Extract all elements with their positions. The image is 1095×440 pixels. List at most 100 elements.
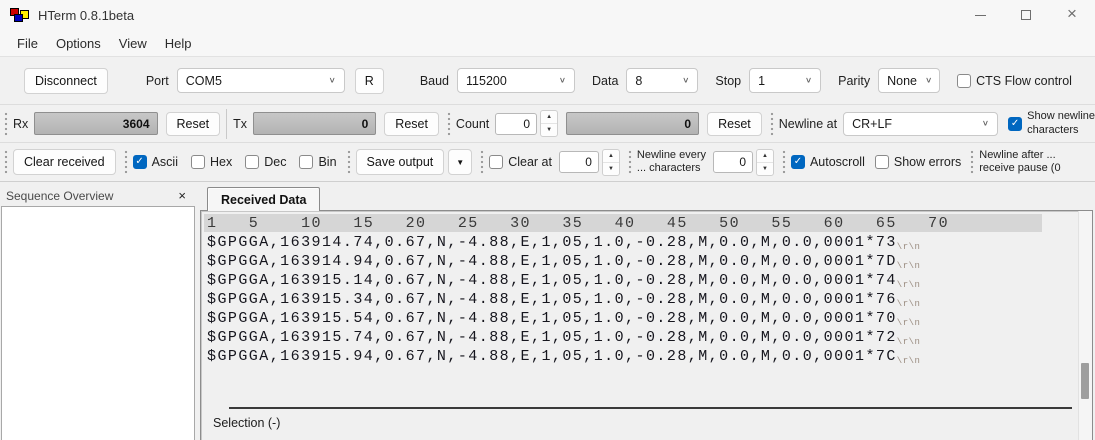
format-dec-label: Dec [264, 155, 286, 169]
close-button[interactable]: × [1049, 0, 1095, 30]
spin-down-icon: ▼ [603, 163, 619, 175]
toolbar-grip[interactable] [770, 112, 774, 136]
selection-label: Selection (-) [201, 409, 1078, 430]
menu-view[interactable]: View [110, 32, 156, 55]
toolbar-grip[interactable] [347, 150, 351, 174]
toolbar-grip[interactable] [4, 150, 8, 174]
baud-select[interactable]: 115200∨ [457, 68, 575, 93]
chevron-down-icon: ∨ [925, 76, 932, 85]
received-data-panel[interactable]: 1 5 10 15 20 25 30 35 40 45 50 55 60 65 … [200, 210, 1093, 440]
format-dec-checkbox[interactable] [245, 155, 259, 169]
toolbar-grip[interactable] [628, 150, 632, 174]
received-line: $GPGGA,163915.14,0.67,N,-4.88,E,1,05,1.0… [207, 272, 1092, 291]
rescan-ports-button[interactable]: R [355, 68, 384, 94]
menu-help[interactable]: Help [156, 32, 201, 55]
clear-at-spinner[interactable]: ▲▼ [602, 149, 620, 176]
spin-up-icon: ▲ [603, 150, 619, 163]
autoscroll-label: Autoscroll [810, 155, 865, 169]
minimize-button[interactable] [957, 0, 1003, 30]
window-title: HTerm 0.8.1beta [38, 8, 134, 23]
show-errors-checkbox[interactable] [875, 155, 889, 169]
connection-toolbar: Disconnect Port COM5∨ R Baud 115200∨ Dat… [0, 57, 1095, 105]
port-label: Port [146, 74, 169, 88]
tx-label: Tx [233, 117, 247, 131]
show-newline-label: Show newlinecharacters [1027, 110, 1095, 136]
column-ruler: 1 5 10 15 20 25 30 35 40 45 50 55 60 65 … [204, 214, 1042, 232]
newline-every-spinner-field[interactable]: 0 [713, 151, 753, 173]
title-bar: HTerm 0.8.1beta × [0, 0, 1095, 30]
chevron-down-icon: ∨ [328, 76, 335, 85]
tab-received-data[interactable]: Received Data [207, 187, 320, 211]
toolbar-grip[interactable] [124, 150, 128, 174]
disconnect-button[interactable]: Disconnect [24, 68, 108, 94]
save-output-button[interactable]: Save output [356, 149, 445, 175]
received-line: $GPGGA,163915.34,0.67,N,-4.88,E,1,05,1.0… [207, 291, 1092, 310]
count-value-field: 0 [566, 112, 699, 135]
count-reset-button[interactable]: Reset [707, 112, 762, 136]
port-select[interactable]: COM5∨ [177, 68, 345, 93]
cts-flow-control-checkbox[interactable] [957, 74, 971, 88]
menu-bar: File Options View Help [0, 30, 1095, 57]
rx-reset-button[interactable]: Reset [166, 112, 221, 136]
app-icon [10, 6, 30, 24]
show-errors-label: Show errors [894, 155, 961, 169]
save-output-dropdown-button[interactable]: ▼ [448, 149, 472, 175]
scrollbar-thumb[interactable] [1081, 363, 1089, 399]
close-icon[interactable]: × [174, 188, 190, 203]
sequence-overview-header: Sequence Overview × [0, 185, 196, 206]
count-spinner[interactable]: ▲▼ [540, 110, 558, 137]
cts-flow-control-label: CTS Flow control [976, 74, 1072, 88]
received-line: $GPGGA,163915.94,0.67,N,-4.88,E,1,05,1.0… [207, 348, 1092, 367]
toolbar-grip[interactable] [447, 112, 451, 136]
format-ascii-label: Ascii [152, 155, 178, 169]
received-lines: $GPGGA,163914.74,0.67,N,-4.88,E,1,05,1.0… [201, 232, 1092, 367]
sequence-overview-panel[interactable] [1, 206, 195, 440]
toolbar-grip[interactable] [970, 150, 974, 174]
chevron-down-icon: ∨ [559, 76, 566, 85]
counters-toolbar: Rx 3604 Reset Tx 0 Reset Count 0 ▲▼ 0 Re… [0, 105, 1095, 143]
show-newline-checkbox[interactable] [1008, 117, 1022, 131]
toolbar-grip[interactable] [4, 112, 8, 136]
format-ascii-checkbox[interactable] [133, 155, 147, 169]
toolbar-grip[interactable] [782, 150, 786, 174]
received-line: $GPGGA,163915.74,0.67,N,-4.88,E,1,05,1.0… [207, 329, 1092, 348]
parity-label: Parity [838, 74, 870, 88]
newline-every-spinner[interactable]: ▲▼ [756, 149, 774, 176]
clear-at-spinner-field[interactable]: 0 [559, 151, 599, 173]
newline-characters: \r\n [897, 318, 921, 328]
clear-received-button[interactable]: Clear received [13, 149, 116, 175]
spin-up-icon: ▲ [757, 150, 773, 163]
count-label: Count [456, 117, 489, 131]
menu-options[interactable]: Options [47, 32, 110, 55]
tx-count-field: 0 [253, 112, 376, 135]
clear-at-checkbox[interactable] [489, 155, 503, 169]
newline-characters: \r\n [897, 280, 921, 290]
received-line: $GPGGA,163914.74,0.67,N,-4.88,E,1,05,1.0… [207, 234, 1092, 253]
sequence-overview-title: Sequence Overview [6, 189, 113, 203]
newline-at-select[interactable]: CR+LF∨ [843, 112, 998, 136]
menu-file[interactable]: File [8, 32, 47, 55]
spin-down-icon: ▼ [541, 124, 557, 136]
maximize-button[interactable] [1003, 0, 1049, 30]
newline-characters: \r\n [897, 299, 921, 309]
toolbar-grip[interactable] [480, 150, 484, 174]
data-bits-label: Data [592, 74, 618, 88]
format-bin-label: Bin [318, 155, 336, 169]
spin-up-icon: ▲ [541, 111, 557, 124]
count-spinner-field[interactable]: 0 [495, 113, 537, 135]
newline-characters: \r\n [897, 261, 921, 271]
autoscroll-checkbox[interactable] [791, 155, 805, 169]
data-bits-select[interactable]: 8∨ [626, 68, 698, 93]
tx-reset-button[interactable]: Reset [384, 112, 439, 136]
main-area: Sequence Overview × Received Data 1 5 10… [0, 185, 1095, 440]
selection-area: Selection (-) [201, 407, 1078, 440]
stop-bits-label: Stop [715, 74, 741, 88]
divider [226, 109, 227, 139]
vertical-scrollbar[interactable] [1078, 211, 1092, 440]
chevron-down-icon: ∨ [682, 76, 689, 85]
format-bin-checkbox[interactable] [299, 155, 313, 169]
format-hex-checkbox[interactable] [191, 155, 205, 169]
parity-select[interactable]: None∨ [878, 68, 940, 93]
newline-characters: \r\n [897, 337, 921, 347]
stop-bits-select[interactable]: 1∨ [749, 68, 821, 93]
